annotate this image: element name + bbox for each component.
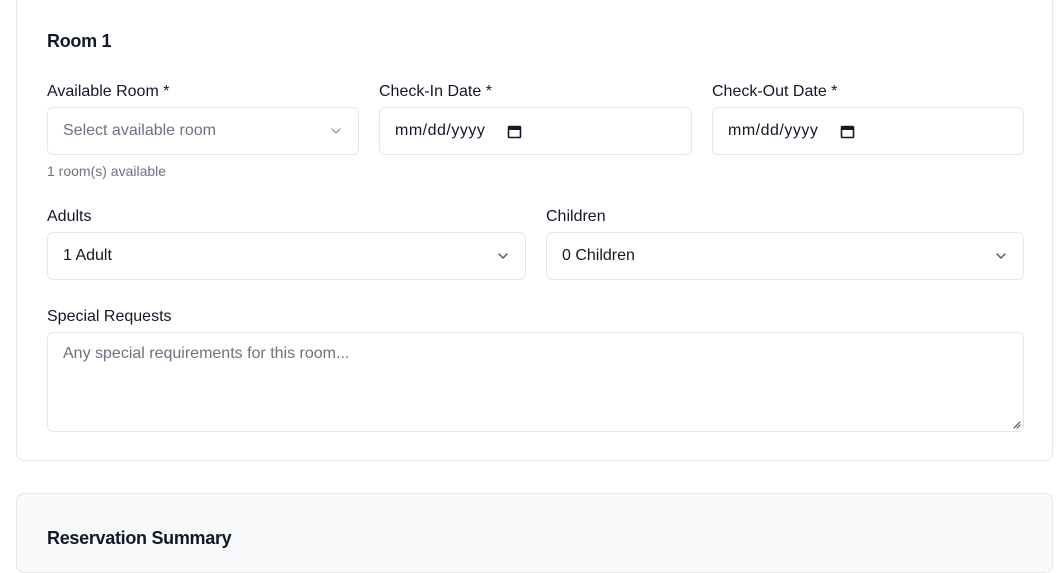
check-in-date-value: mm/dd/yyyy xyxy=(395,122,486,139)
adults-value: 1 Adult xyxy=(63,247,112,264)
special-requests-placeholder: Any special requirements for this room..… xyxy=(63,345,350,362)
calendar-icon[interactable] xyxy=(507,124,522,139)
available-room-placeholder: Select available room xyxy=(63,122,216,139)
adults-label: Adults xyxy=(47,208,92,225)
reservation-summary-card: Reservation Summary xyxy=(16,493,1053,573)
available-room-hint: 1 room(s) available xyxy=(47,163,167,179)
calendar-icon[interactable] xyxy=(840,124,855,139)
check-out-date-value: mm/dd/yyyy xyxy=(728,122,819,139)
resize-handle-icon[interactable] xyxy=(1011,419,1021,429)
room-title: Room 1 xyxy=(47,31,112,51)
chevron-down-icon xyxy=(498,253,508,259)
children-label: Children xyxy=(546,208,606,225)
chevron-down-icon xyxy=(331,128,341,134)
check-in-label: Check-In Date * xyxy=(379,83,492,100)
available-room-label: Available Room * xyxy=(47,83,170,100)
check-out-date-input[interactable]: mm/dd/yyyy xyxy=(712,107,1024,155)
special-requests-label: Special Requests xyxy=(47,308,172,325)
special-requests-textarea[interactable]: Any special requirements for this room..… xyxy=(47,332,1024,432)
adults-select[interactable]: 1 Adult xyxy=(47,232,526,280)
children-value: 0 Children xyxy=(562,247,635,264)
check-out-label: Check-Out Date * xyxy=(712,83,838,100)
check-in-date-input[interactable]: mm/dd/yyyy xyxy=(379,107,692,155)
chevron-down-icon xyxy=(996,253,1006,259)
children-select[interactable]: 0 Children xyxy=(546,232,1024,280)
available-room-select[interactable]: Select available room xyxy=(47,107,359,155)
reservation-summary-title: Reservation Summary xyxy=(47,528,232,548)
